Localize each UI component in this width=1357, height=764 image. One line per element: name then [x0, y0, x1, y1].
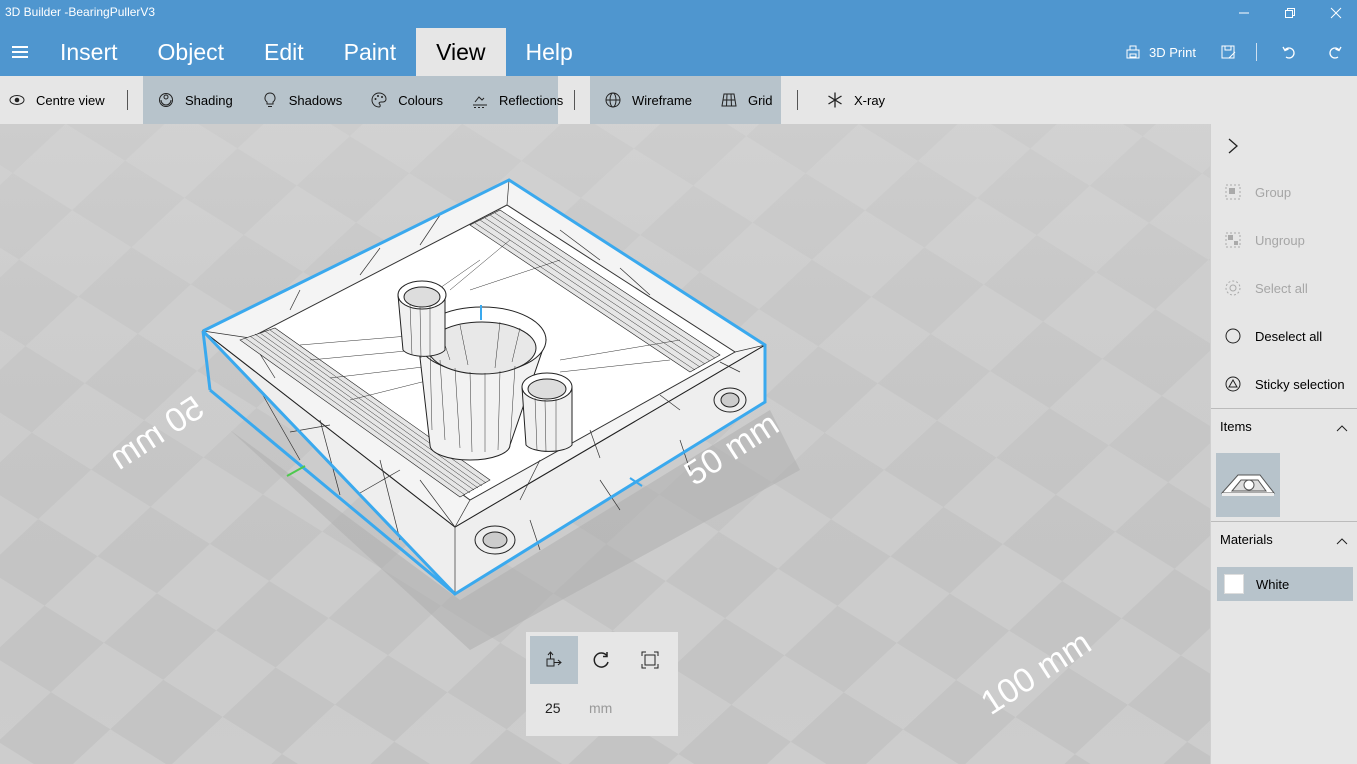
select-all-label: Select all: [1255, 280, 1308, 296]
shading-button[interactable]: Shading: [143, 76, 247, 124]
transform-unit: mm: [589, 700, 613, 716]
separator: [1256, 43, 1257, 61]
3d-print-button[interactable]: 3D Print: [1113, 44, 1208, 60]
reflections-button[interactable]: Reflections: [457, 76, 577, 124]
colours-button[interactable]: Colours: [356, 76, 457, 124]
tab-help[interactable]: Help: [506, 28, 593, 76]
printer-icon: [1126, 45, 1140, 59]
render-group: Shading Shadows Colours Reflections: [143, 76, 563, 124]
scale-button[interactable]: [626, 636, 674, 684]
minimize-icon[interactable]: [1221, 0, 1267, 26]
undo-icon: [1282, 46, 1295, 59]
right-commands: 3D Print: [1113, 28, 1357, 76]
ungroup-button[interactable]: Ungroup: [1225, 232, 1305, 248]
grid-button[interactable]: Grid: [706, 76, 787, 124]
centre-view-label: Centre view: [36, 92, 105, 108]
model-thumbnail-icon: [1220, 474, 1276, 496]
xray-group: X-ray: [812, 76, 899, 124]
tab-insert[interactable]: Insert: [40, 28, 138, 76]
divider: [1211, 408, 1357, 409]
separator: [127, 90, 128, 110]
move-icon: [546, 651, 562, 667]
rotate-icon: [593, 652, 609, 668]
grid-icon: [721, 93, 737, 107]
select-all-button[interactable]: Select all: [1225, 280, 1308, 296]
shadows-label: Shadows: [288, 92, 343, 108]
wireframe-button[interactable]: Wireframe: [590, 76, 706, 124]
material-swatch: [1224, 574, 1244, 594]
colours-label: Colours: [398, 92, 443, 108]
grid-label: Grid: [747, 92, 773, 108]
sticky-selection-label: Sticky selection: [1255, 376, 1345, 392]
lightbulb-icon: [264, 92, 276, 107]
save-icon: [1221, 45, 1236, 59]
divider: [1211, 521, 1357, 522]
materials-header: Materials: [1220, 532, 1273, 547]
wireframe-grid-group: Wireframe Grid: [590, 76, 781, 124]
redo-icon: [1329, 46, 1342, 59]
wireframe-label: Wireframe: [632, 92, 692, 108]
item-thumbnail[interactable]: [1216, 453, 1280, 517]
group-button[interactable]: Group: [1225, 184, 1291, 200]
scale-icon: [641, 651, 659, 669]
material-name: White: [1256, 576, 1290, 592]
collapse-panel-button[interactable]: [1225, 136, 1241, 161]
tab-edit[interactable]: Edit: [244, 28, 324, 76]
deselect-all-label: Deselect all: [1255, 328, 1323, 344]
move-button[interactable]: [530, 636, 578, 684]
group-label: Group: [1255, 184, 1292, 200]
tab-paint[interactable]: Paint: [324, 28, 416, 76]
material-row[interactable]: White: [1217, 567, 1353, 601]
transform-panel: 25 mm: [526, 632, 678, 736]
items-collapse-button[interactable]: [1336, 420, 1348, 435]
ungroup-label: Ungroup: [1255, 232, 1305, 248]
separator: [574, 90, 575, 110]
shadows-button[interactable]: Shadows: [247, 76, 356, 124]
window-title: 3D Builder -BearingPullerV3: [5, 5, 156, 19]
chevron-up-icon: [1336, 538, 1348, 545]
group-icon: [1225, 184, 1241, 200]
tab-object[interactable]: Object: [138, 28, 244, 76]
tab-view[interactable]: View: [416, 28, 506, 76]
sticky-selection-button[interactable]: Sticky selection: [1225, 376, 1345, 392]
sticky-selection-icon: [1225, 376, 1241, 392]
save-button[interactable]: [1208, 44, 1248, 60]
deselect-all-icon: [1225, 328, 1241, 344]
deselect-all-button[interactable]: Deselect all: [1225, 328, 1322, 344]
shading-label: Shading: [185, 92, 233, 108]
materials-collapse-button[interactable]: [1336, 533, 1348, 548]
undo-button[interactable]: [1265, 44, 1313, 60]
centre-view-button[interactable]: Centre view: [0, 76, 119, 124]
transform-value[interactable]: 25: [545, 700, 561, 716]
ungroup-icon: [1225, 232, 1241, 248]
menu-bar: Insert Object Edit Paint View Help: [0, 28, 593, 76]
items-header: Items: [1220, 419, 1252, 434]
chevron-up-icon: [1336, 425, 1348, 432]
chevron-right-icon: [1228, 138, 1238, 154]
asterisk-icon: [828, 92, 842, 108]
reflections-icon: [473, 96, 487, 108]
eye-icon: [9, 95, 25, 105]
select-all-icon: [1225, 280, 1241, 296]
close-icon[interactable]: [1313, 0, 1357, 26]
palette-icon: [371, 92, 387, 108]
separator: [797, 90, 798, 110]
hamburger-icon[interactable]: [0, 28, 40, 76]
xray-button[interactable]: X-ray: [812, 76, 899, 124]
globe-icon: [605, 92, 621, 108]
redo-button[interactable]: [1313, 44, 1357, 60]
reflections-label: Reflections: [499, 92, 564, 108]
object-side-panel: Group Ungroup Select all Deselect all St…: [1210, 124, 1357, 764]
title-bar: 3D Builder -BearingPullerV3 Insert Objec…: [0, 0, 1357, 76]
rotate-button[interactable]: [578, 636, 626, 684]
shading-icon: [159, 93, 173, 107]
xray-label: X-ray: [854, 92, 886, 108]
centre-view-group: Centre view: [0, 76, 119, 124]
view-toolbar: Centre view Shading Shadows Colours Refl…: [0, 76, 1357, 124]
restore-icon[interactable]: [1267, 0, 1313, 26]
3d-print-label: 3D Print: [1149, 44, 1196, 60]
